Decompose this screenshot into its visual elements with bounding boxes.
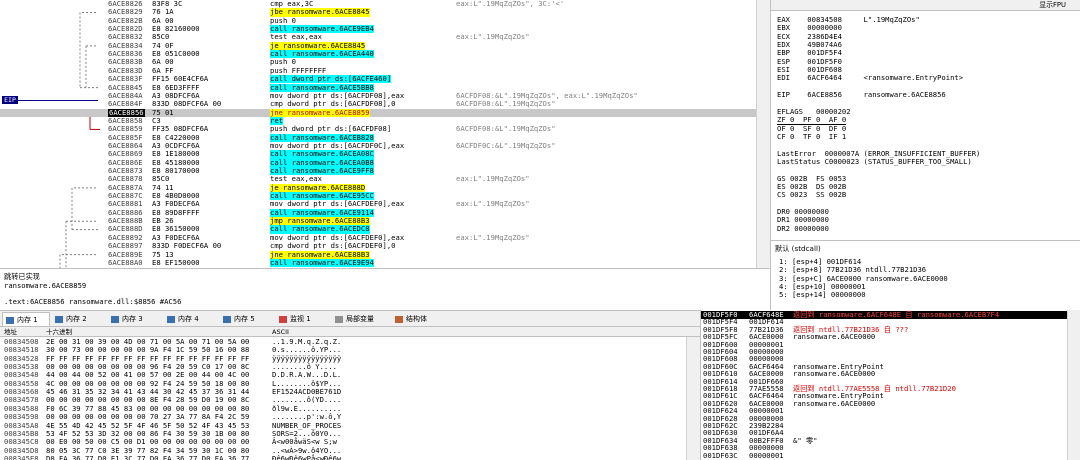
- dump-hex: D0 EA 36 77 D0 E1 3C 77 D0 EA 36 77 D0 E…: [46, 453, 250, 460]
- stack-scrollbar[interactable]: [1067, 310, 1080, 460]
- instr-comment: eax:L".19MqZqZOs": [456, 199, 530, 209]
- dump-address: 008345E8: [4, 453, 39, 460]
- instr-text: jne ransomware.6ACE8859: [270, 107, 370, 117]
- disassembly-scrollbar[interactable]: [756, 0, 770, 268]
- instr-comment: eax:L".19MqZqZOs": [456, 32, 530, 42]
- struct-icon: [395, 316, 403, 323]
- info-pane: 跳转已实现 ransomware.6ACE8859 .text:6ACE8856…: [0, 268, 770, 310]
- memory-icon: [111, 316, 119, 323]
- memory-dump-pane[interactable]: 地址 十六进制 ASCII 00834508 2E 00 31 00 39 00 …: [0, 327, 700, 460]
- register-line[interactable]: CS 0023 SS 002B: [777, 190, 846, 199]
- disassembly-pane[interactable]: EIP 6ACE8826 83F8 3C cmp eax,3C eax:L".19Mq…: [0, 0, 770, 268]
- tab-4[interactable]: 内存 4: [164, 312, 218, 326]
- tab-6[interactable]: 监视 1: [276, 312, 330, 326]
- dump-tabs[interactable]: 内存 1 内存 2 内存 3 内存 4 内存 5 监视 1 局部变量 结构体: [0, 310, 700, 327]
- dump-header: 地址 十六进制 ASCII: [0, 327, 700, 337]
- tab-5[interactable]: 内存 5: [220, 312, 274, 326]
- tab-2[interactable]: 内存 2: [52, 312, 106, 326]
- instr-comment: eax:L".19MqZqZOs": [456, 232, 530, 242]
- register-line[interactable]: EIP 6ACE8856 ransomware.6ACE8856: [777, 90, 946, 99]
- registers-pane[interactable]: 显示FPU EAX 00834508 L".19MqZqZOs" EBX 0000…: [770, 0, 1080, 240]
- memory-icon: [167, 316, 175, 323]
- instr-comment: 6ACFDF0C:&L".19MqZqZOs": [456, 140, 556, 150]
- register-line[interactable]: LastStatus C0000023 (STATUS_BUFFER_TOO_S…: [777, 157, 972, 166]
- tab-1[interactable]: 内存 1: [2, 312, 50, 326]
- register-line[interactable]: DR2 00000000: [777, 224, 829, 233]
- col-hex: 十六进制: [46, 328, 72, 336]
- register-line[interactable]: CF 0 TF 0 IF 1: [777, 132, 846, 141]
- instr-comment: 6ACFDF08:&L".19MqZqZOs": [456, 124, 556, 134]
- register-line[interactable]: EDI 6ACF6464 <ransomware.EntryPoint>: [777, 74, 963, 83]
- dump-scrollbar[interactable]: [686, 337, 700, 460]
- tab-label: 内存 3: [122, 315, 143, 323]
- show-fpu-button[interactable]: 显示FPU: [771, 0, 1080, 11]
- memory-icon: [223, 316, 231, 323]
- instr-comment: 6ACFDF08:&L".19MqZqZOs": [456, 99, 556, 109]
- stack-pane[interactable]: 001DF5F0 6ACF648E 返回到 ransomware.6ACF648E …: [700, 310, 1080, 460]
- call-arg: 5: [esp+14] 00000000: [779, 290, 866, 300]
- address-info: .text:6ACE8856 ransomware.dll:$8856 #AC5…: [4, 297, 182, 306]
- calling-convention[interactable]: 默认 (stdcall): [775, 244, 821, 254]
- locals-icon: [335, 316, 343, 323]
- tab-label: 内存 1: [17, 316, 38, 324]
- tab-label: 结构体: [406, 315, 427, 323]
- memory-icon: [6, 317, 14, 324]
- tab-3[interactable]: 内存 3: [108, 312, 162, 326]
- stack-address: 001DF63C: [703, 450, 738, 460]
- stack-value: 00000001: [749, 450, 784, 460]
- col-ascii: ASCII: [272, 328, 289, 336]
- dump-ascii: Ðê6wÐê6wPå<wÐê6w: [272, 453, 342, 460]
- watch-icon: [279, 316, 287, 323]
- tab-8[interactable]: 结构体: [392, 312, 442, 326]
- col-address: 地址: [4, 328, 17, 336]
- tab-label: 内存 4: [178, 315, 199, 323]
- tab-label: 监视 1: [290, 315, 311, 323]
- instr-comment: eax:L".19MqZqZOs": [456, 174, 530, 184]
- tab-label: 内存 5: [234, 315, 255, 323]
- call-args-pane[interactable]: 默认 (stdcall) 1: [esp+4] 001DF614 2: [esp+…: [770, 240, 1080, 310]
- tab-label: 局部变量: [346, 315, 374, 323]
- memory-icon: [55, 316, 63, 323]
- stack-row[interactable]: 001DF63C 00000001: [701, 450, 1071, 460]
- tab-label: 内存 2: [66, 315, 87, 323]
- jump-target: ransomware.6ACE8859: [4, 281, 87, 290]
- tab-7[interactable]: 局部变量: [332, 312, 390, 326]
- instr-comment: eax:L".19MqZqZOs", 3C:'<': [456, 0, 565, 8]
